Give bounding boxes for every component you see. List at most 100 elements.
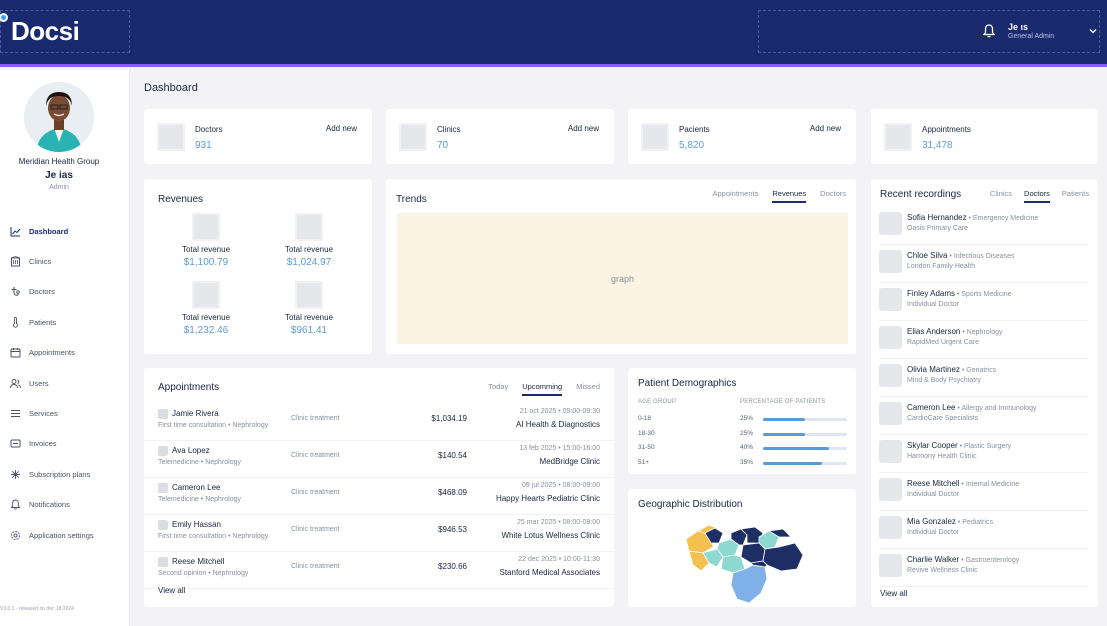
patient-name: Reese Mitchell xyxy=(172,557,225,566)
recording-row[interactable]: Finley Adams • Sports Medicine Individual… xyxy=(879,283,1089,321)
appointment-row[interactable]: Emily Hassan First time consultation • Ne… xyxy=(144,515,614,552)
avatar xyxy=(879,516,902,539)
avatar xyxy=(879,440,902,463)
notification-bell-icon[interactable] xyxy=(983,24,995,38)
appointment-row[interactable]: Ava Lopez Telemedicine • Nephrology Clinic… xyxy=(144,441,614,478)
recording-row[interactable]: Elias Anderson • Nephrology RapidMed Urge… xyxy=(879,321,1089,359)
plans-icon xyxy=(11,469,20,479)
clinic-name: Individual Doctor xyxy=(907,301,960,308)
appointments-title: Appointments xyxy=(158,382,220,393)
sidebar-item-dashboard[interactable]: Dashboard xyxy=(10,216,125,246)
geo-title: Geographic Distribution xyxy=(638,499,743,510)
specialty: Geriatrics xyxy=(966,367,997,374)
sidebar-item-services[interactable]: Services xyxy=(10,398,125,428)
tab-patients[interactable]: Patients xyxy=(1062,189,1089,203)
specialty: Plastic Surgery xyxy=(964,443,1012,450)
revenue-icon xyxy=(192,213,220,241)
appointment-type: Clinic treatment xyxy=(291,452,340,459)
tab-doctors[interactable]: Doctors xyxy=(820,189,846,203)
specialty: Pediatrics xyxy=(962,519,993,526)
appointment-checkbox[interactable] xyxy=(158,520,168,530)
avatar xyxy=(879,326,902,349)
recording-row[interactable]: Charlie Walker • Gastroenterology Revive … xyxy=(879,549,1089,587)
sidebar-item-patients[interactable]: Patients xyxy=(10,307,125,337)
recording-row[interactable]: Skylar Cooper • Plastic Surgery Harmony H… xyxy=(879,435,1089,473)
sidebar-item-doctors[interactable]: Doctors xyxy=(10,277,125,307)
stat-card-doctors: Doctors 931 Add new xyxy=(144,109,372,164)
sidebar-item-label: Appointments xyxy=(29,348,75,358)
revenue-label: Total revenue xyxy=(181,313,231,322)
trends-tabs: Appointments Revenues Doctors xyxy=(713,189,846,203)
page-title: Dashboard xyxy=(144,82,198,94)
stat-value: 31,478 xyxy=(922,140,953,151)
tab-appointments[interactable]: Appointments xyxy=(713,189,759,203)
sidebar-item-invoices[interactable]: Invoices xyxy=(10,429,125,459)
tab-missed[interactable]: Missed xyxy=(576,382,600,396)
appointment-type: Clinic treatment xyxy=(291,489,340,496)
tab-clinics[interactable]: Clinics xyxy=(990,189,1012,203)
appointment-clinic: AI Health & Diagnostics xyxy=(515,420,600,429)
sidebar-item-appointments[interactable]: Appointments xyxy=(10,338,125,368)
add-patient-button[interactable]: Add new xyxy=(810,124,841,133)
appointments-tabs: Today Upcomming Missed xyxy=(488,382,600,396)
tab-upcoming[interactable]: Upcomming xyxy=(522,382,563,396)
stat-value: 931 xyxy=(195,140,212,151)
add-clinic-button[interactable]: Add new xyxy=(568,124,599,133)
view-all-recordings-link[interactable]: View all xyxy=(880,589,907,598)
appointment-checkbox[interactable] xyxy=(158,446,168,456)
chevron-down-icon[interactable] xyxy=(1088,26,1098,36)
recording-title: Charlie Walker • Gastroenterology xyxy=(907,555,1019,564)
recording-title: Skylar Cooper • Plastic Surgery xyxy=(907,441,1011,450)
tab-today[interactable]: Today xyxy=(488,382,508,396)
appointment-amount: $230.66 xyxy=(438,562,467,571)
revenues-card: Revenues Total revenue $1,100.79 Total r… xyxy=(144,179,372,354)
trends-graph: graph xyxy=(397,213,848,344)
sidebar-item-users[interactable]: Users xyxy=(10,368,125,398)
header-user-name[interactable]: Je ıs xyxy=(1008,22,1078,32)
recording-row[interactable]: Chloe Silva • Infectious Diseases London … xyxy=(879,245,1089,283)
appointment-details: First time consultation • Nephrology xyxy=(158,533,269,540)
sidebar-item-notifications[interactable]: Notifications xyxy=(10,490,125,520)
recording-row[interactable]: Cameron Lee • Allergy and Immunology Card… xyxy=(879,397,1089,435)
doctor-name: Elias Anderson xyxy=(907,327,961,336)
sidebar-item-clinics[interactable]: Clinics xyxy=(10,246,125,276)
sidebar-item-label: Clinics xyxy=(29,257,52,267)
appointment-checkbox[interactable] xyxy=(158,409,168,419)
logo[interactable]: Docsi xyxy=(0,10,130,53)
appointment-row[interactable]: Jamie Rivera First time consultation • Ne… xyxy=(144,404,614,441)
sidebar-item-subscription-plans[interactable]: Subscription plans xyxy=(10,459,125,489)
avatar[interactable] xyxy=(24,82,94,152)
add-doctor-button[interactable]: Add new xyxy=(326,124,357,133)
recording-row[interactable]: Sofia Hernandez • Emergency Medicine Oasi… xyxy=(879,207,1089,245)
recording-row[interactable]: Reese Mitchell • Internal Medicine Indivi… xyxy=(879,473,1089,511)
tab-doctors[interactable]: Doctors xyxy=(1024,189,1050,203)
avatar xyxy=(879,554,902,577)
doctor-name: Skylar Cooper xyxy=(907,441,958,450)
chart-icon xyxy=(10,226,21,237)
revenue-icon xyxy=(295,281,323,309)
appointment-amount: $140.54 xyxy=(438,451,467,460)
view-all-appointments-link[interactable]: View all xyxy=(158,586,185,595)
appointment-checkbox[interactable] xyxy=(158,483,168,493)
logo-mark-icon xyxy=(0,13,8,22)
demographics-title: Patient Demographics xyxy=(638,378,737,389)
revenue-value: $1,100.79 xyxy=(183,257,229,268)
recording-title: Finley Adams • Sports Medicine xyxy=(907,289,1012,298)
appointment-row[interactable]: Cameron Lee Telemedicine • Nephrology Clin… xyxy=(144,478,614,515)
recording-row[interactable]: Mia Gonzalez • Pediatrics Individual Doct… xyxy=(879,511,1089,549)
sidebar-item-application-settings[interactable]: Application settings xyxy=(10,520,125,550)
clinic-name: London Family Health xyxy=(907,263,976,270)
logo-text: Docsi xyxy=(11,16,80,46)
patient-demographics-card: Patient Demographics AGE GROUP PERCENTAG… xyxy=(628,368,856,474)
revenue-value: $1,024.97 xyxy=(286,257,332,268)
recording-row[interactable]: Olivia Martinez • Geriatrics Mind & Body … xyxy=(879,359,1089,397)
appointment-checkbox[interactable] xyxy=(158,557,168,567)
recording-title: Reese Mitchell • Internal Medicine xyxy=(907,479,1019,488)
top-bar: Docsi Je ıs General Admin xyxy=(0,0,1107,67)
appointment-row[interactable]: Reese Mitchell Second opinion • Nephrolog… xyxy=(144,552,614,589)
appointment-date: 21 oct 2025 • 09:00-09:30 xyxy=(519,408,600,415)
revenue-label: Total revenue xyxy=(284,313,334,322)
tab-revenues[interactable]: Revenues xyxy=(772,189,807,203)
sidebar-item-label: Services xyxy=(29,409,58,419)
appointment-amount: $1,034.19 xyxy=(431,414,467,423)
